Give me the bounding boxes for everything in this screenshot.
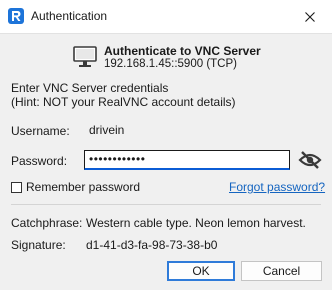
signature-value: d1-41-d3-fa-98-73-38-b0 (86, 238, 218, 252)
window-title: Authentication (31, 9, 108, 23)
instructions-hint: (Hint: NOT your RealVNC account details) (11, 95, 236, 109)
close-button[interactable] (288, 0, 332, 33)
username-field[interactable] (84, 120, 289, 140)
monitor-icon (73, 46, 97, 67)
catchphrase-value: Western cable type. Neon lemon harvest. (86, 216, 306, 230)
cancel-button[interactable]: Cancel (241, 261, 322, 281)
password-field[interactable] (84, 150, 290, 170)
title-bar: Authentication (0, 0, 332, 34)
catchphrase-label: Catchphrase: (11, 216, 83, 230)
divider (11, 204, 321, 205)
forgot-password-link[interactable]: Forgot password? (229, 180, 325, 194)
remember-password-checkbox[interactable] (11, 182, 22, 193)
signature-label: Signature: (11, 238, 66, 252)
remember-password-label[interactable]: Remember password (26, 180, 140, 194)
instructions-line1: Enter VNC Server credentials (11, 81, 169, 95)
username-label: Username: (11, 124, 70, 138)
eye-slash-icon (298, 151, 322, 169)
show-password-button[interactable] (297, 150, 323, 170)
server-address: 192.168.1.45::5900 (TCP) (104, 58, 237, 70)
password-label: Password: (11, 154, 68, 168)
server-heading: Authenticate to VNC Server (104, 44, 261, 58)
close-icon (305, 11, 315, 22)
ok-button[interactable]: OK (167, 261, 235, 281)
realvnc-logo-icon (8, 8, 24, 24)
